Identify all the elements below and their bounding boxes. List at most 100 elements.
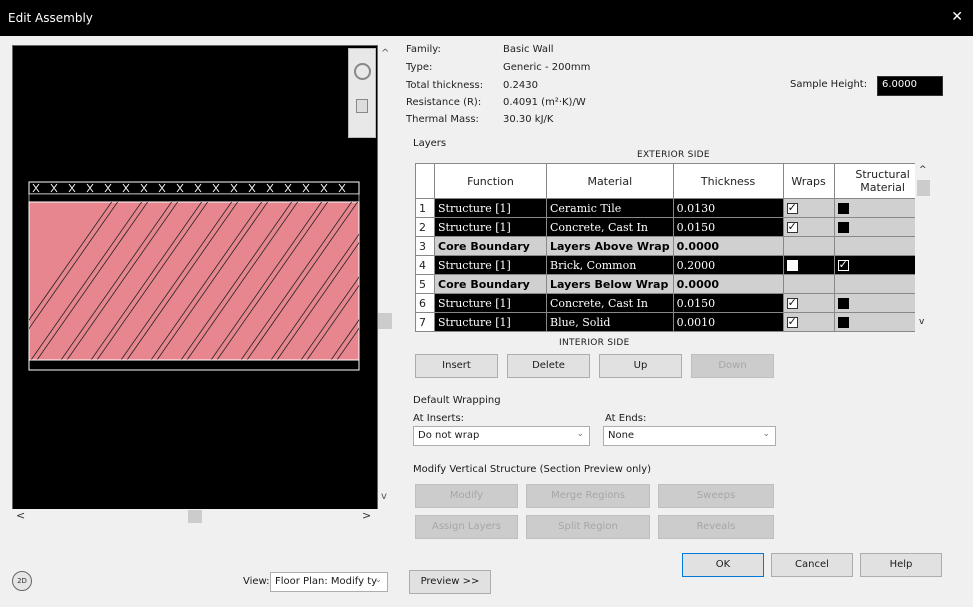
preview-horizontal-scrollbar[interactable]: < > [12, 509, 378, 524]
layers-scrollbar[interactable]: ^ v [915, 163, 932, 334]
wraps-checkbox[interactable] [786, 315, 798, 328]
structural-checkbox[interactable] [837, 298, 849, 309]
scroll-up-icon[interactable]: ^ [381, 48, 389, 59]
at-ends-label: At Ends: [605, 413, 647, 424]
material-cell[interactable]: Concrete, Cast In [546, 293, 674, 313]
thermal-mass-label: Thermal Mass: [406, 114, 479, 125]
row-number: 4 [415, 255, 435, 275]
table-row[interactable]: 6 Structure [1] Concrete, Cast In 0.0150 [415, 293, 932, 313]
column-header-index [415, 163, 435, 199]
view-label: View: [243, 576, 270, 587]
wall-section-drawing [28, 181, 360, 371]
scroll-down-icon[interactable]: v [919, 317, 924, 327]
thickness-label: Total thickness: [406, 80, 484, 91]
insert-button[interactable]: Insert [415, 354, 498, 378]
at-inserts-select[interactable]: Do not wrap ⌄ [413, 426, 590, 446]
wraps-checkbox[interactable] [786, 220, 798, 233]
modify-vertical-label: Modify Vertical Structure (Section Previ… [413, 464, 652, 475]
function-cell[interactable]: Structure [1] [434, 293, 547, 313]
wraps-checkbox[interactable] [786, 260, 798, 271]
row-number: 1 [415, 198, 435, 218]
assign-layers-button[interactable]: Assign Layers [415, 515, 518, 539]
material-cell: Layers Above Wrap [546, 236, 674, 256]
cancel-button[interactable]: Cancel [771, 553, 853, 577]
scroll-left-icon[interactable]: < [16, 509, 25, 522]
table-row[interactable]: 1 Structure [1] Ceramic Tile 0.0130 [415, 198, 932, 218]
thickness-cell[interactable]: 0.0150 [672, 217, 784, 237]
structural-checkbox[interactable] [837, 203, 849, 214]
function-cell[interactable]: Structure [1] [434, 312, 547, 332]
view-select[interactable]: Floor Plan: Modify ty ⌄ [270, 572, 388, 592]
scroll-right-icon[interactable]: > [362, 509, 371, 522]
function-cell[interactable]: Structure [1] [434, 217, 547, 237]
function-cell[interactable]: Structure [1] [434, 255, 547, 275]
scroll-thumb[interactable] [917, 180, 930, 196]
sample-height-input[interactable]: 6.0000 [877, 76, 943, 96]
material-cell[interactable]: Blue, Solid [546, 312, 674, 332]
up-button[interactable]: Up [599, 354, 682, 378]
ok-button[interactable]: OK [682, 553, 764, 577]
split-region-button[interactable]: Split Region [526, 515, 650, 539]
wraps-cell[interactable] [782, 255, 835, 275]
down-button[interactable]: Down [691, 354, 774, 378]
at-ends-select[interactable]: None ⌄ [603, 426, 776, 446]
thickness-cell[interactable]: 0.0150 [672, 293, 784, 313]
wraps-checkbox[interactable] [786, 201, 798, 214]
at-ends-value: None [608, 430, 635, 441]
structural-checkbox[interactable] [837, 222, 849, 233]
reveals-button[interactable]: Reveals [658, 515, 774, 539]
2d-view-icon[interactable]: 2D [12, 571, 32, 591]
preview-vertical-scrollbar[interactable]: ^ v [378, 45, 392, 511]
scroll-down-icon[interactable]: v [381, 491, 387, 502]
preview-button[interactable]: Preview >> [409, 570, 491, 594]
wraps-cell[interactable] [782, 312, 835, 332]
material-cell[interactable]: Ceramic Tile [546, 198, 674, 218]
thickness-cell: 0.0000 [672, 236, 784, 256]
wraps-cell[interactable] [782, 293, 835, 313]
row-number: 3 [415, 236, 435, 256]
structural-checkbox[interactable] [837, 258, 849, 271]
sweeps-button[interactable]: Sweeps [658, 484, 774, 508]
function-cell[interactable]: Structure [1] [434, 198, 547, 218]
table-row[interactable]: 2 Structure [1] Concrete, Cast In 0.0150 [415, 217, 932, 237]
wraps-cell[interactable] [782, 198, 835, 218]
function-cell: Core Boundary [434, 274, 547, 294]
row-number: 6 [415, 293, 435, 313]
modify-button[interactable]: Modify [415, 484, 518, 508]
layers-table: Function Material Thickness Wraps Struct… [415, 163, 932, 332]
column-header-thickness: Thickness [672, 163, 784, 199]
family-value: Basic Wall [503, 44, 554, 55]
thickness-cell: 0.0000 [672, 274, 784, 294]
wraps-checkbox[interactable] [786, 296, 798, 309]
thickness-cell[interactable]: 0.0010 [672, 312, 784, 332]
type-value: Generic - 200mm [503, 62, 591, 73]
thickness-cell[interactable]: 0.2000 [672, 255, 784, 275]
column-header-wraps: Wraps [782, 163, 835, 199]
chevron-down-icon: ⌄ [576, 429, 584, 439]
table-row[interactable]: 3 Core Boundary Layers Above Wrap 0.0000 [415, 236, 932, 256]
title-bar: Edit Assembly ✕ [0, 0, 973, 36]
page-icon[interactable] [356, 99, 368, 113]
wraps-cell[interactable] [782, 217, 835, 237]
resistance-label: Resistance (R): [406, 97, 482, 108]
zoom-icon[interactable] [354, 63, 371, 80]
thickness-cell[interactable]: 0.0130 [672, 198, 784, 218]
row-number: 5 [415, 274, 435, 294]
wraps-cell [782, 274, 835, 294]
interior-side-label: INTERIOR SIDE [559, 338, 630, 348]
column-header-function: Function [434, 163, 547, 199]
material-cell[interactable]: Concrete, Cast In [546, 217, 674, 237]
scroll-up-icon[interactable]: ^ [919, 165, 927, 175]
scroll-thumb[interactable] [188, 510, 202, 523]
material-cell[interactable]: Brick, Common [546, 255, 674, 275]
table-row[interactable]: 7 Structure [1] Blue, Solid 0.0010 [415, 312, 932, 332]
structural-checkbox[interactable] [837, 317, 849, 328]
table-row[interactable]: 5 Core Boundary Layers Below Wrap 0.0000 [415, 274, 932, 294]
merge-regions-button[interactable]: Merge Regions [526, 484, 650, 508]
delete-button[interactable]: Delete [507, 354, 590, 378]
table-row[interactable]: 4 Structure [1] Brick, Common 0.2000 [415, 255, 932, 275]
default-wrapping-label: Default Wrapping [413, 395, 501, 406]
scroll-thumb[interactable] [378, 313, 392, 329]
close-icon[interactable]: ✕ [951, 9, 963, 25]
help-button[interactable]: Help [860, 553, 942, 577]
